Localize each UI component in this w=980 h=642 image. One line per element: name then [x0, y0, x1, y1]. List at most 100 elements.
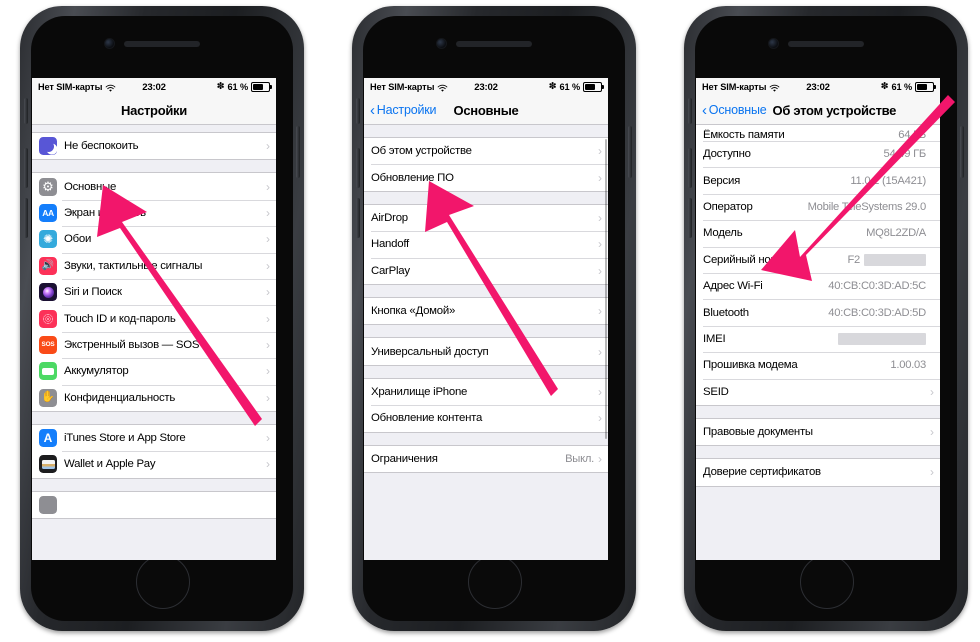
sos-icon: SOS	[39, 335, 57, 354]
list-spacer	[364, 432, 608, 445]
list-item-sos[interactable]: SOS Экстренный вызов — SOS ›	[32, 331, 276, 359]
chevron-right-icon: ›	[266, 285, 270, 300]
list-item-label: Обои	[64, 233, 92, 246]
chevron-right-icon: ›	[598, 170, 602, 185]
phone-screen-1: Нет SIM-карты 23:02 ✽ 61 % Настройки Не …	[32, 78, 276, 560]
list-item-label: Прошивка модема	[703, 359, 798, 372]
bluetooth-icon: ✽	[880, 81, 889, 93]
list-item-label: Адрес Wi-Fi	[703, 280, 763, 293]
clock-label: 23:02	[142, 81, 166, 93]
settings-list-1[interactable]: Не беспокоить › ⚙ Основные › AA Экран и …	[32, 125, 276, 560]
list-item-model: Модель MQ8L2ZD/A ›	[696, 220, 940, 247]
scroll-indicator[interactable]	[605, 139, 607, 439]
chevron-right-icon: ›	[266, 337, 270, 352]
battery-icon	[583, 81, 605, 93]
list-spacer	[32, 478, 276, 491]
about-list-3[interactable]: Ёмкость памяти 64 ГБ › Доступно 54,49 ГБ…	[696, 125, 940, 560]
list-item-general[interactable]: ⚙ Основные ›	[32, 173, 276, 200]
list-spacer	[364, 325, 608, 338]
chevron-right-icon: ›	[598, 237, 602, 252]
carrier-label: Нет SIM-карты	[702, 82, 767, 92]
chevron-left-icon: ‹	[702, 101, 707, 119]
wifi-icon	[769, 84, 780, 93]
list-item-itunes-app-store[interactable]: A iTunes Store и App Store ›	[32, 424, 276, 452]
list-spacer	[364, 365, 608, 378]
clock-label: 23:02	[474, 81, 498, 93]
list-item-siri-search[interactable]: Siri и Поиск ›	[32, 278, 276, 306]
home-button[interactable]	[800, 555, 854, 609]
volume-up-button[interactable]	[24, 148, 28, 188]
list-item-wifi-address: Адрес Wi-Fi 40:CB:C0:3D:AD:5C ›	[696, 272, 940, 300]
mute-switch[interactable]	[688, 98, 692, 124]
volume-down-button[interactable]	[24, 198, 28, 238]
power-button[interactable]	[628, 126, 632, 178]
list-item-handoff[interactable]: Handoff ›	[364, 231, 608, 258]
volume-down-button[interactable]	[356, 198, 360, 238]
list-item-home-button[interactable]: Кнопка «Домой» ›	[364, 297, 608, 325]
status-bar: Нет SIM-карты 23:02 ✽ 61 %	[364, 78, 608, 96]
list-item-label: Экран и яркость	[64, 206, 146, 219]
list-item-wallpaper[interactable]: ✺ Обои ›	[32, 226, 276, 253]
settings-list-2[interactable]: Об этом устройстве › Обновление ПО › Air…	[364, 125, 608, 560]
volume-up-button[interactable]	[688, 148, 692, 188]
list-item-iphone-storage[interactable]: Хранилище iPhone ›	[364, 378, 608, 406]
list-item-sounds[interactable]: 🔊 Звуки, тактильные сигналы ›	[32, 252, 276, 279]
list-item-value: 1.00.03	[890, 359, 926, 372]
chevron-right-icon: ›	[266, 364, 270, 379]
power-button[interactable]	[296, 126, 300, 178]
volume-down-button[interactable]	[688, 198, 692, 238]
wallpaper-icon: ✺	[39, 230, 57, 249]
list-item-about-device[interactable]: Об этом устройстве ›	[364, 138, 608, 165]
list-item-certificate-trust[interactable]: Доверие сертификатов ›	[696, 459, 940, 486]
mute-switch[interactable]	[24, 98, 28, 124]
list-item-privacy[interactable]: ✋ Конфиденциальность ›	[32, 384, 276, 411]
list-item-value: Выкл.	[565, 452, 594, 465]
home-button[interactable]	[136, 555, 190, 609]
list-item-wallet-apple-pay[interactable]: Wallet и Apple Pay ›	[32, 451, 276, 478]
power-button[interactable]	[960, 126, 964, 178]
list-item-seid[interactable]: SEID ›	[696, 378, 940, 405]
list-spacer	[364, 191, 608, 204]
list-item-carplay[interactable]: CarPlay ›	[364, 257, 608, 284]
list-spacer	[32, 125, 276, 132]
list-item-software-update[interactable]: Обновление ПО ›	[364, 164, 608, 191]
list-item-label: IMEI	[703, 332, 726, 345]
front-camera-icon	[104, 38, 115, 49]
redacted-serial	[864, 253, 926, 266]
list-item-background-refresh[interactable]: Обновление контента ›	[364, 405, 608, 432]
list-spacer	[696, 486, 940, 499]
back-button[interactable]: ‹ Основные	[702, 103, 767, 118]
list-item-airdrop[interactable]: AirDrop ›	[364, 204, 608, 232]
list-spacer	[32, 411, 276, 424]
nav-bar-3: ‹ Основные Об этом устройстве	[696, 96, 940, 125]
list-item-accessibility[interactable]: Универсальный доступ ›	[364, 338, 608, 365]
chevron-right-icon: ›	[266, 205, 270, 220]
volume-up-button[interactable]	[356, 148, 360, 188]
bluetooth-icon: ✽	[548, 81, 557, 93]
chevron-right-icon: ›	[266, 457, 270, 472]
list-item-touch-id[interactable]: Touch ID и код-пароль ›	[32, 305, 276, 332]
chevron-right-icon: ›	[598, 263, 602, 278]
list-item-partial[interactable]	[32, 491, 276, 519]
list-item-restrictions[interactable]: Ограничения Выкл. ›	[364, 445, 608, 472]
settings-group-connectivity: AirDrop › Handoff › CarPlay ›	[364, 203, 608, 285]
chevron-right-icon: ›	[266, 258, 270, 273]
list-item-label: Доверие сертификатов	[703, 466, 821, 479]
list-item-display-brightness[interactable]: AA Экран и яркость ›	[32, 199, 276, 227]
list-item-battery[interactable]: Аккумулятор ›	[32, 358, 276, 385]
chevron-right-icon: ›	[266, 179, 270, 194]
list-item-legal-documents[interactable]: Правовые документы ›	[696, 418, 940, 446]
mute-switch[interactable]	[356, 98, 360, 124]
list-item-label: Оператор	[703, 200, 753, 213]
list-item-label: Звуки, тактильные сигналы	[64, 259, 203, 272]
screenshot-stage: Нет SIM-карты 23:02 ✽ 61 % Настройки Не …	[0, 0, 980, 642]
home-button[interactable]	[468, 555, 522, 609]
back-button[interactable]: ‹ Настройки	[370, 103, 436, 118]
list-item-do-not-disturb[interactable]: Не беспокоить ›	[32, 133, 276, 160]
back-button-label: Настройки	[376, 103, 437, 117]
list-item-carrier: Оператор Mobile TeleSystems 29.0 ›	[696, 193, 940, 221]
settings-group-about-update: Об этом устройстве › Обновление ПО ›	[364, 137, 608, 192]
list-item-label: Модель	[703, 227, 743, 240]
list-item-label: Хранилище iPhone	[371, 385, 468, 398]
battery-icon	[39, 362, 57, 381]
